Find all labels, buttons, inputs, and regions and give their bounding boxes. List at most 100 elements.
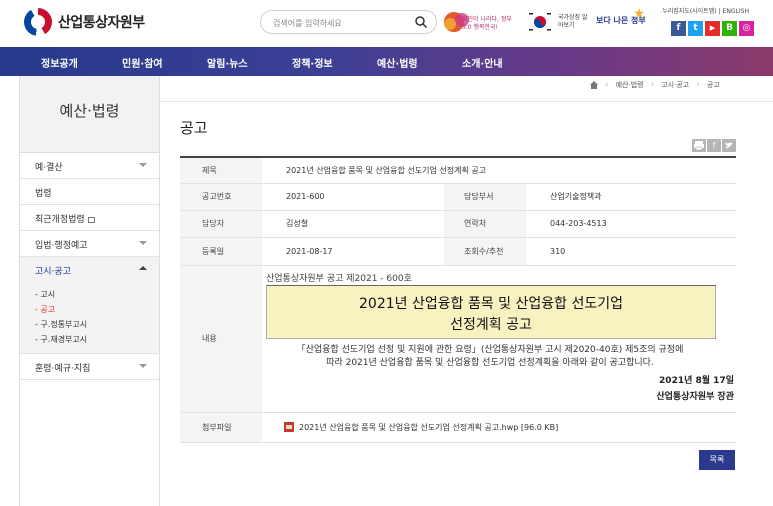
contact-label: 연락처 [444,210,526,238]
better-government-banner[interactable]: 보다 나은 정부 [596,8,646,34]
chevron-up-icon [139,266,147,270]
submenu-item-old-mofe-notice[interactable]: - 구.재경부고시 [20,332,159,347]
attachment-link[interactable]: 2021년 산업융합 품목 및 산업융합 선도기업 선정계획 공고.hwp [9… [299,423,558,432]
content-cell: 산업통상자원부 공고 제2021 - 600호 2021년 산업융합 품목 및 … [262,265,736,413]
subject-label: 제목 [180,156,262,184]
gov30-banner-text: 국민이 나라다, 정부3.0 행복한국! [462,16,512,31]
breadcrumb: › 예산·법령 › 고시·공고 › 공고 [590,80,720,90]
english-link[interactable]: ENGLISH [721,8,751,15]
notice-body-line1: 「산업융합 선도기업 선정 및 지원에 관한 요령」(산업통상자원부 고시 제2… [296,344,684,355]
attachment-label: 첨부파일 [180,412,262,443]
sidebar-item-label: 법령 [35,189,52,199]
search-icon[interactable] [414,15,428,29]
notice-title-line2: 선정계획 공고 [450,316,532,333]
site-logo[interactable]: 산업통상자원부 [24,8,145,36]
notice-doc-number: 산업통상자원부 공고 제2021 - 600호 [266,273,412,284]
sidebar-item-directive[interactable]: 훈령·예규·지침 [20,354,159,380]
table-row: 공고번호 2021-600 담당부서 산업기술정책과 [180,183,736,211]
views-value: 310 [526,237,736,266]
content-divider [160,101,773,102]
table-row: 첨부파일 2021년 산업융합 품목 및 산업융합 선도기업 선정계획 공고.h… [180,412,736,443]
notice-title-line1: 2021년 산업융합 품목 및 산업융합 선도기업 [359,295,623,312]
breadcrumb-separator: › [696,80,700,90]
notice-detail-table: 제목 2021년 산업융합 품목 및 산업융합 선도기업 선정계획 공고 공고번… [180,156,736,443]
chevron-down-icon [139,241,147,245]
facebook-icon[interactable]: f [671,21,686,36]
table-row: 내용 산업통상자원부 공고 제2021 - 600호 2021년 산업융합 품목… [180,265,736,413]
notice-content: 산업통상자원부 공고 제2021 - 600호 2021년 산업융합 품목 및 … [262,266,736,412]
share-tools: f [692,139,736,152]
youtube-icon[interactable]: ▶ [705,21,720,36]
print-icon[interactable] [692,139,706,152]
twitter-icon[interactable]: t [688,21,703,36]
utility-links: 누리집지도(사이트맵) | ENGLISH [660,8,751,15]
department-label: 담당부서 [444,183,526,211]
attachment-cell: 2021년 산업융합 품목 및 산업융합 선도기업 선정계획 공고.hwp [9… [262,412,736,443]
sidebar-item-law[interactable]: 법령 [20,179,159,205]
sidebar-header: 예산·법령 [20,76,159,153]
sidebar: 예산·법령 예·결산 법령 최근개정법령 입법·행정예고 고시·공고 - 고시 … [19,76,160,506]
site-header: 산업통상자원부 국민이 나라다, 정부3.0 행복한국! 국가상징 알아보기 보… [0,0,773,47]
sidebar-item-label: 최근개정법령 [35,212,95,225]
main-navigation: 정보공개 민원·참여 알림·뉴스 정책·정보 예산·법령 소개·안내 [0,47,773,76]
sidebar-item-budget[interactable]: 예·결산 [20,153,159,179]
logo-text: 산업통상자원부 [58,15,145,31]
sidebar-item-legislation[interactable]: 입법·행정예고 [20,231,159,257]
sidebar-item-recent-law[interactable]: 최근개정법령 [20,205,159,231]
date-value: 2021-08-17 [262,237,444,266]
sidebar-item-label: 예·결산 [35,163,63,173]
submenu-item-notification[interactable]: - 고시 [20,287,159,302]
notice-title-box: 2021년 산업융합 품목 및 산업융합 선도기업 선정계획 공고 [266,284,716,339]
home-icon[interactable] [590,81,598,89]
views-label: 조회수/추천 [444,237,526,266]
manager-value: 김성철 [262,210,444,238]
breadcrumb-item[interactable]: 예산·법령 [616,80,644,90]
gnb-policy[interactable]: 정책·정보 [292,55,333,70]
gnb-civil-participation[interactable]: 민원·참여 [122,55,163,70]
notice-body-line2: 따라 2021년 산업융합 품목 및 산업융합 선도기업 선정계획을 아래와 같… [326,357,654,368]
blog-icon[interactable]: B [722,21,737,36]
manager-label: 담당자 [180,210,262,238]
sidebar-item-label: 입법·행정예고 [35,241,88,251]
sns-links: f t ▶ B ◎ [671,21,754,36]
table-row: 등록일 2021-08-17 조회수/추천 310 [180,237,736,266]
breadcrumb-separator: › [650,80,655,90]
department-value: 산업기술정책과 [526,183,736,211]
sidebar-item-label: 고시·공고 [35,267,71,277]
better-government-text: 보다 나은 정부 [596,16,646,25]
sitemap-link[interactable]: 누리집지도(사이트맵) [660,8,718,15]
search-input[interactable] [273,15,413,31]
notice-organization: 산업통상자원부 장관 [656,391,734,402]
sidebar-item-label: 훈령·예규·지침 [35,364,91,374]
sidebar-submenu: - 고시 - 공고 - 구.정통부고시 - 구.재경부고시 [20,283,159,354]
taegeuk-logo-icon [24,8,52,36]
sidebar-item-text: 최근개정법령 [35,215,85,225]
facebook-share-icon[interactable]: f [707,139,721,152]
gnb-budget-law[interactable]: 예산·법령 [377,55,418,70]
date-label: 등록일 [180,237,262,266]
content-label: 내용 [180,265,262,413]
breadcrumb-item[interactable]: 고시·공고 [661,80,689,90]
breadcrumb-item-current: 공고 [706,81,720,89]
sidebar-title: 예산·법령 [59,102,120,120]
national-flag-icon [529,13,551,31]
sidebar-item-notice[interactable]: 고시·공고 [20,257,159,283]
notice-number-value: 2021-600 [262,183,444,211]
submenu-item-old-mic-notice[interactable]: - 구.정통부고시 [20,317,159,332]
gnb-news[interactable]: 알림·뉴스 [207,55,248,70]
national-symbol-banner[interactable]: 국가상징 알아보기 [528,10,588,34]
notice-number-label: 공고번호 [180,183,262,211]
table-row: 제목 2021년 산업융합 품목 및 산업융합 선도기업 선정계획 공고 [180,156,736,184]
submenu-item-announcement[interactable]: - 공고 [20,302,159,317]
search-box [260,10,437,34]
chevron-down-icon [139,163,147,167]
hwp-file-icon [284,422,294,432]
gnb-about[interactable]: 소개·안내 [462,55,503,70]
gov30-banner[interactable]: 국민이 나라다, 정부3.0 행복한국! [442,10,518,34]
list-button[interactable]: 목록 [699,450,735,470]
table-row: 담당자 김성철 연락처 044-203-4513 [180,210,736,238]
gnb-info-disclosure[interactable]: 정보공개 [41,55,78,70]
twitter-share-icon[interactable] [722,139,736,152]
instagram-icon[interactable]: ◎ [739,21,754,36]
breadcrumb-separator: › [605,80,609,90]
